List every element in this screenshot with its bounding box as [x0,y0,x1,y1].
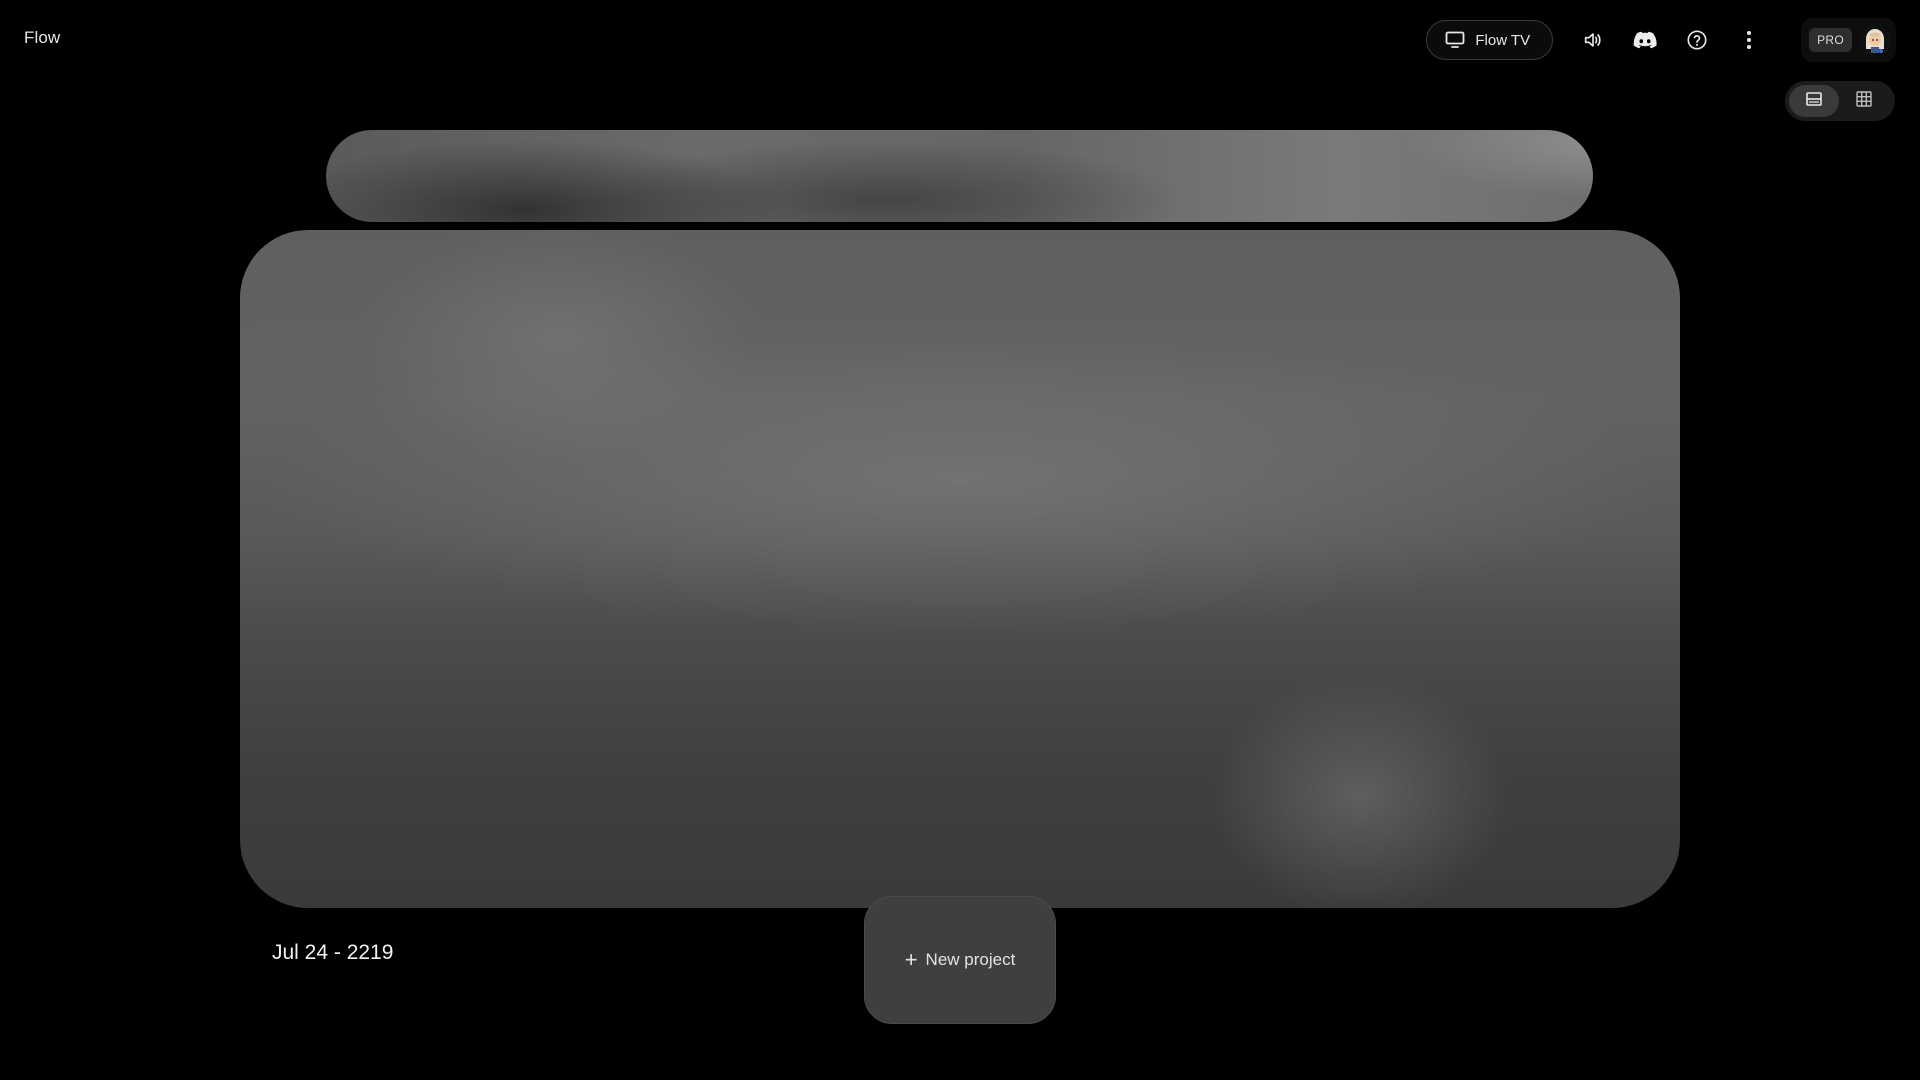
tv-icon [1445,31,1465,49]
avatar-icon[interactable] [1860,25,1890,55]
discord-icon [1633,30,1657,50]
loading-placeholder-bar [326,130,1593,222]
more-options-button[interactable] [1727,18,1771,62]
sound-button[interactable] [1571,18,1615,62]
flow-tv-label: Flow TV [1475,31,1531,49]
page: Flow Flow TV PRO Jul 24 - 2219 + New pro… [0,0,1920,1080]
project-date-label: Jul 24 - 2219 [272,941,394,964]
app-title: Flow [24,28,61,47]
grid-view-button[interactable] [1839,85,1889,117]
help-button[interactable] [1675,18,1719,62]
new-project-label: New project [925,950,1016,969]
more-vert-icon [1746,30,1752,50]
list-view-button[interactable] [1789,85,1839,117]
account-chip[interactable]: PRO [1801,18,1896,62]
pro-badge: PRO [1809,28,1852,52]
new-project-button[interactable]: + New project [864,896,1056,1024]
list-view-icon [1805,91,1823,112]
grid-view-icon [1855,90,1873,113]
flow-tv-button[interactable]: Flow TV [1426,20,1554,60]
view-toggle [1785,81,1895,121]
loading-placeholder-card [240,230,1680,908]
plus-icon: + [904,947,918,972]
help-icon [1686,29,1708,51]
volume-icon [1582,29,1604,51]
discord-button[interactable] [1623,18,1667,62]
top-toolbar: Flow TV PRO [1426,18,1896,62]
